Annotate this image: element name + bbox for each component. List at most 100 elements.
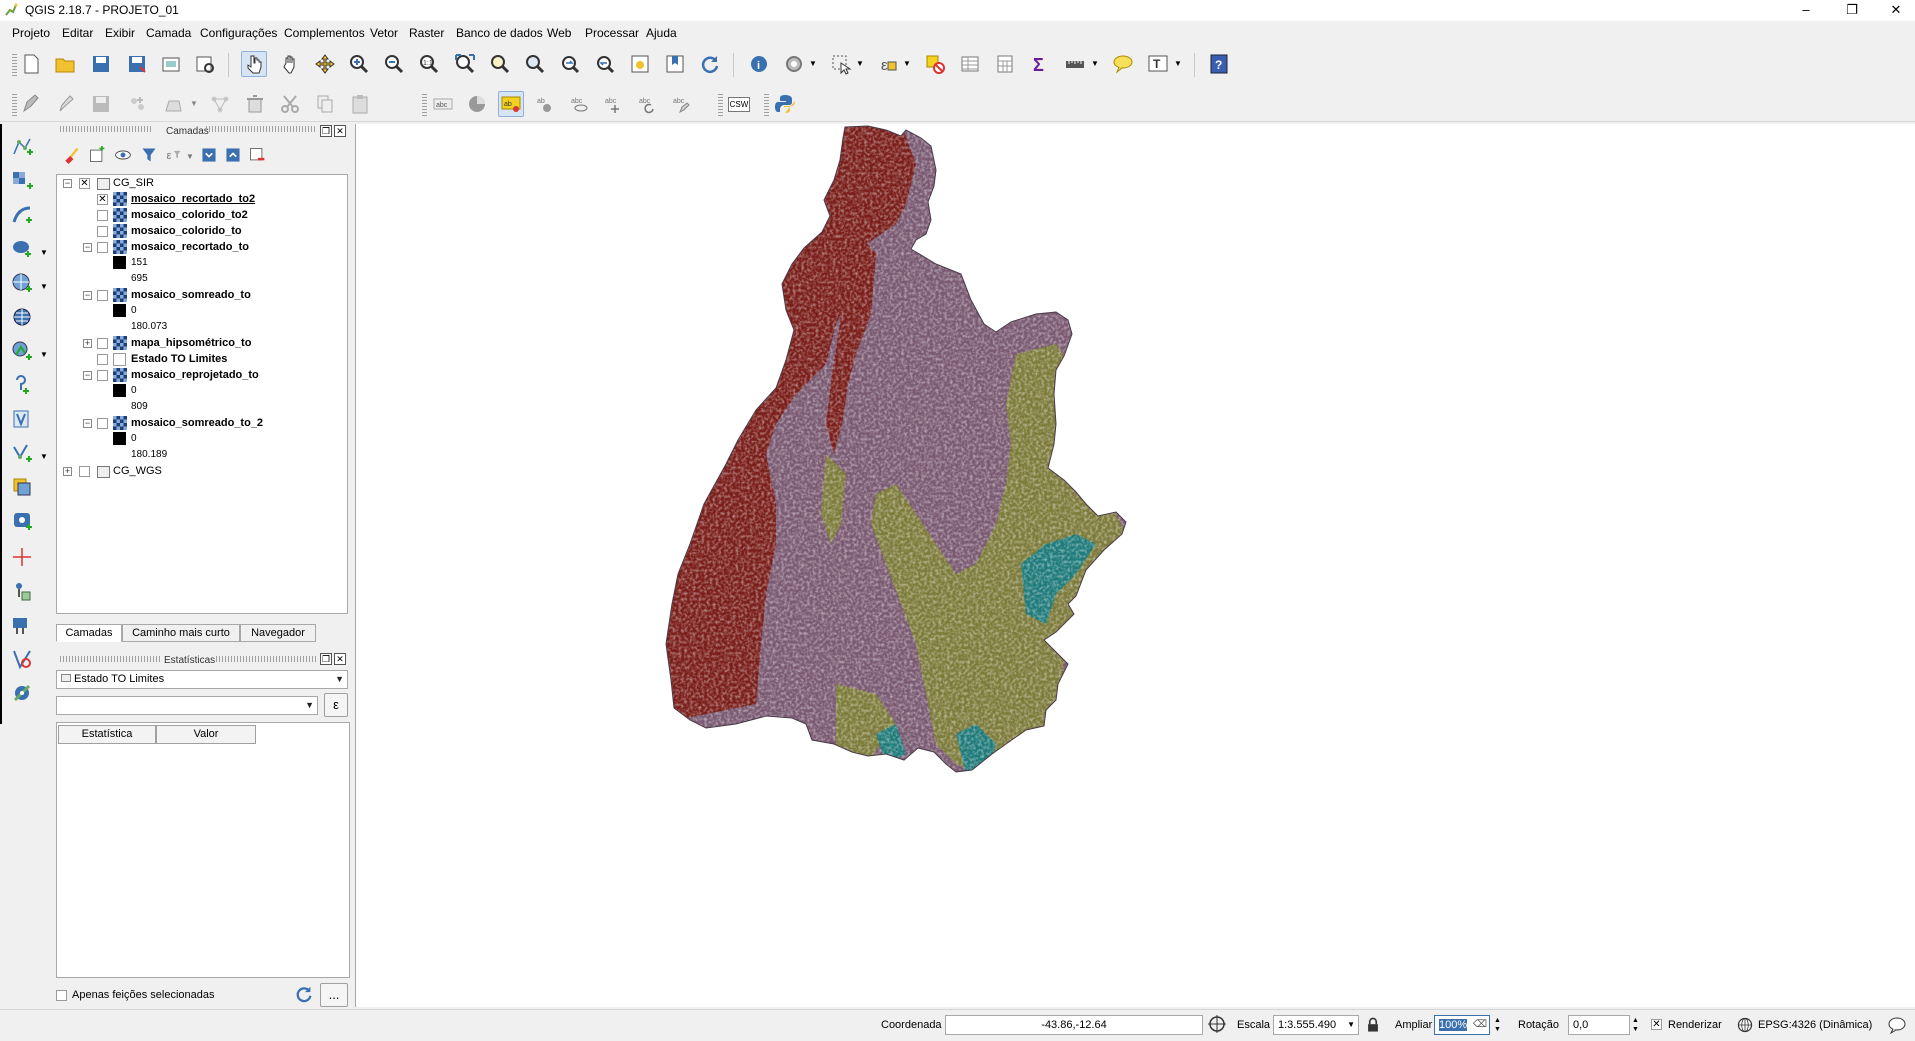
add-delimited-text-layer-button[interactable] — [9, 372, 35, 398]
layer-item[interactable]: mapa_hipsométrico_to — [131, 335, 251, 351]
menu-vetor[interactable]: Vetor — [370, 26, 398, 40]
chevron-down-icon[interactable]: ▼ — [40, 248, 48, 257]
digitize-point-button[interactable] — [9, 544, 35, 570]
group-cg-sir[interactable]: CG_SIR — [113, 175, 154, 191]
add-postgis-layer-button[interactable] — [9, 236, 35, 262]
zoom-next-button[interactable] — [592, 51, 618, 77]
menu-configuracoes[interactable]: Configurações — [200, 26, 277, 40]
new-print-composer-button[interactable] — [158, 51, 184, 77]
spin-arrows-icon[interactable]: ▲ ▼ — [1632, 1016, 1639, 1034]
chevron-down-icon[interactable]: ▼ — [1091, 59, 1099, 68]
expand-group-toggle[interactable]: + — [63, 467, 72, 476]
layer-item[interactable]: mosaico_recortado_to — [131, 239, 249, 255]
menu-projeto[interactable]: Projeto — [12, 26, 50, 40]
group-checkbox[interactable]: ✕ — [79, 178, 90, 189]
float-panel-button[interactable]: ❐ — [320, 125, 332, 137]
layer-item[interactable]: mosaico_somreado_to — [131, 287, 251, 303]
map-canvas[interactable] — [355, 124, 1915, 1007]
csw-button[interactable]: CSW — [726, 91, 752, 117]
move-feature-button[interactable] — [160, 91, 186, 117]
road-graph-button[interactable] — [9, 612, 35, 638]
layer-checkbox[interactable] — [97, 418, 108, 429]
expand-layer-toggle[interactable]: + — [83, 339, 92, 348]
zoom-native-button[interactable]: 1:1 — [416, 51, 442, 77]
layer-item[interactable]: mosaico_reprojetado_to — [131, 367, 259, 383]
chevron-down-icon[interactable]: ▼ — [1174, 59, 1182, 68]
filter-legend-button[interactable] — [140, 146, 158, 164]
statistical-summary-button[interactable]: Σ — [1027, 51, 1053, 77]
action-button[interactable] — [781, 51, 807, 77]
identify-features-button[interactable]: i — [746, 51, 772, 77]
tab-navegador[interactable]: Navegador — [240, 624, 316, 642]
toolbar-handle[interactable] — [12, 54, 17, 76]
save-project-button[interactable] — [88, 51, 114, 77]
processing-toolbox-button[interactable] — [9, 680, 35, 706]
map-tips-button[interactable] — [1110, 51, 1136, 77]
measure-line-button[interactable] — [1062, 51, 1088, 77]
selected-only-checkbox[interactable] — [56, 990, 67, 1001]
layer-checkbox[interactable] — [97, 210, 108, 221]
menu-complementos[interactable]: Complementos — [284, 26, 365, 40]
menu-banco-de-dados[interactable]: Banco de dados — [456, 26, 543, 40]
new-project-button[interactable] — [18, 51, 44, 77]
style-button[interactable] — [62, 146, 80, 164]
vector-tools-button[interactable] — [9, 646, 35, 672]
select-features-button[interactable] — [828, 51, 854, 77]
close-panel-button[interactable]: ✕ — [334, 125, 346, 137]
rotate-label-button[interactable]: abc — [634, 91, 660, 117]
current-edits-button[interactable] — [18, 91, 44, 117]
messages-button[interactable] — [1886, 1015, 1908, 1035]
label-highlight-pinned-button[interactable]: ab — [498, 91, 524, 117]
text-annotation-button[interactable]: T — [1145, 51, 1171, 77]
save-as-button[interactable] — [124, 51, 150, 77]
layer-checkbox[interactable] — [97, 370, 108, 381]
new-bookmark-button[interactable] — [662, 51, 688, 77]
cut-features-button[interactable] — [277, 91, 303, 117]
add-mssql-layer-button[interactable] — [9, 508, 35, 534]
expand-all-button[interactable] — [200, 146, 218, 164]
layer-checkbox[interactable]: ✕ — [97, 194, 108, 205]
menu-ajuda[interactable]: Ajuda — [646, 26, 677, 40]
layer-item[interactable]: Estado TO Limites — [131, 351, 227, 367]
manage-map-themes-button[interactable] — [114, 146, 132, 164]
chevron-down-icon[interactable]: ▼ — [40, 350, 48, 359]
pan-to-selection-button[interactable] — [312, 51, 338, 77]
copy-features-button[interactable] — [312, 91, 338, 117]
collapse-layer-toggle[interactable]: − — [83, 419, 92, 428]
move-label-button[interactable]: abc — [600, 91, 626, 117]
layer-select[interactable]: Estado TO Limites ▼ — [56, 670, 348, 689]
save-layer-edits-button[interactable] — [88, 91, 114, 117]
expression-button[interactable]: ε — [324, 693, 348, 717]
composer-manager-button[interactable] — [192, 51, 218, 77]
layer-checkbox[interactable] — [97, 290, 108, 301]
menu-editar[interactable]: Editar — [62, 26, 93, 40]
coordinate-field[interactable]: -43.86,-12.64 — [945, 1015, 1203, 1035]
attribute-table-button[interactable] — [957, 51, 983, 77]
change-label-button[interactable]: abc — [668, 91, 694, 117]
add-wcs-layer-button[interactable] — [9, 304, 35, 330]
layer-checkbox[interactable] — [97, 226, 108, 237]
recalculate-button[interactable] — [294, 983, 314, 1005]
collapse-layer-toggle[interactable]: − — [83, 243, 92, 252]
filter-by-expression-button[interactable]: ε — [164, 146, 182, 164]
more-options-button[interactable]: ... — [320, 983, 348, 1007]
chevron-down-icon[interactable]: ▼ — [856, 59, 864, 68]
delete-selected-button[interactable] — [242, 91, 268, 117]
minimize-button[interactable]: – — [1784, 0, 1828, 21]
zoom-in-button[interactable] — [346, 51, 372, 77]
deselect-features-button[interactable] — [922, 51, 948, 77]
layer-diagram-options-button[interactable] — [464, 91, 490, 117]
layer-item[interactable]: mosaico_recortado_to2 — [131, 191, 255, 207]
pin-unpin-labels-button[interactable]: ab — [532, 91, 558, 117]
rotation-spinbox[interactable]: 0,0 — [1568, 1015, 1630, 1035]
menu-camada[interactable]: Camada — [146, 26, 191, 40]
toolbar-handle[interactable] — [422, 94, 427, 116]
chevron-down-icon[interactable]: ▼ — [809, 59, 817, 68]
layer-checkbox[interactable] — [97, 338, 108, 349]
layer-checkbox[interactable] — [97, 242, 108, 253]
add-oracle-layer-button[interactable] — [9, 474, 35, 500]
menu-exibir[interactable]: Exibir — [105, 26, 135, 40]
layer-item[interactable]: mosaico_somreado_to_2 — [131, 415, 263, 431]
zoom-out-button[interactable] — [381, 51, 407, 77]
add-vector-layer-button[interactable] — [9, 134, 35, 160]
